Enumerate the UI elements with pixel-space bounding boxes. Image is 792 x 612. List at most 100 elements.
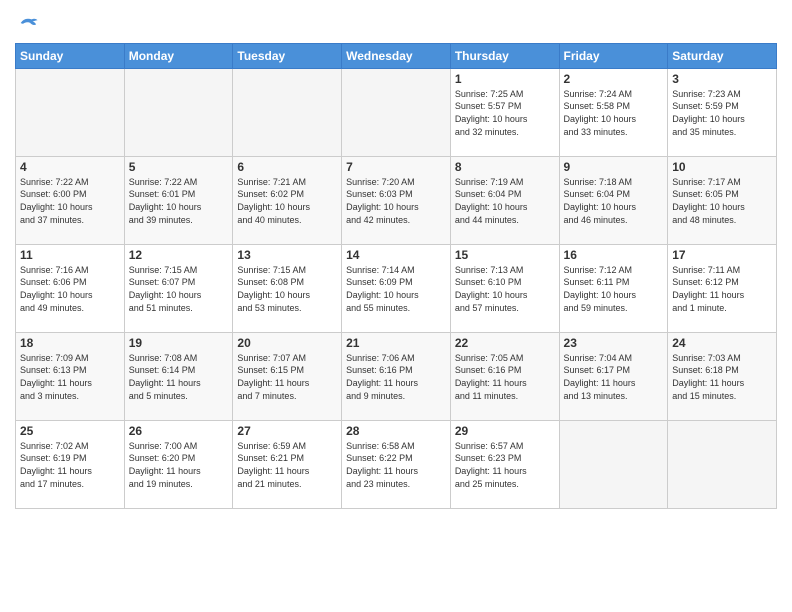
calendar-cell: [342, 68, 451, 156]
day-number: 15: [455, 248, 555, 262]
day-number: 17: [672, 248, 772, 262]
calendar-cell: 23Sunrise: 7:04 AM Sunset: 6:17 PM Dayli…: [559, 332, 668, 420]
calendar-cell: 10 Sunrise: 7:17 AM Sunset: 6:05 PM Dayli…: [668, 156, 777, 244]
day-info: Sunrise: 7:14 AM Sunset: 6:09 PM Dayligh…: [346, 264, 446, 314]
week-row-5: 25 Sunrise: 7:02 AM Sunset: 6:19 PM Dayli…: [16, 420, 777, 508]
day-info: Sunrise: 7:13 AM Sunset: 6:10 PM Dayligh…: [455, 264, 555, 314]
calendar-cell: [16, 68, 125, 156]
day-number: 28: [346, 424, 446, 438]
day-info: Sunrise: 7:15 AM Sunset: 6:07 PM Dayligh…: [129, 264, 229, 314]
day-number: 14: [346, 248, 446, 262]
day-number: 26: [129, 424, 229, 438]
day-number: 10: [672, 160, 772, 174]
week-row-3: 11 Sunrise: 7:16 AM Sunset: 6:06 PM Dayli…: [16, 244, 777, 332]
day-info: Sunrise: 7:16 AM Sunset: 6:06 PM Dayligh…: [20, 264, 120, 314]
day-number: 7: [346, 160, 446, 174]
day-number: 16: [564, 248, 664, 262]
weekday-friday: Friday: [559, 43, 668, 68]
weekday-tuesday: Tuesday: [233, 43, 342, 68]
day-number: 13: [237, 248, 337, 262]
day-info: Sunrise: 7:25 AM Sunset: 5:57 PM Dayligh…: [455, 88, 555, 138]
day-number: 8: [455, 160, 555, 174]
day-info: Sunrise: 7:05 AM Sunset: 6:16 PM Dayligh…: [455, 352, 555, 402]
calendar-cell: [559, 420, 668, 508]
day-info: Sunrise: 7:20 AM Sunset: 6:03 PM Dayligh…: [346, 176, 446, 226]
day-number: 2: [564, 72, 664, 86]
calendar-cell: 11 Sunrise: 7:16 AM Sunset: 6:06 PM Dayli…: [16, 244, 125, 332]
calendar-cell: 12 Sunrise: 7:15 AM Sunset: 6:07 PM Dayli…: [124, 244, 233, 332]
day-info: Sunrise: 7:07 AM Sunset: 6:15 PM Dayligh…: [237, 352, 337, 402]
week-row-1: 1 Sunrise: 7:25 AM Sunset: 5:57 PM Daylig…: [16, 68, 777, 156]
day-number: 29: [455, 424, 555, 438]
calendar-cell: 3 Sunrise: 7:23 AM Sunset: 5:59 PM Daylig…: [668, 68, 777, 156]
day-info: Sunrise: 7:11 AM Sunset: 6:12 PM Dayligh…: [672, 264, 772, 314]
calendar-cell: 5 Sunrise: 7:22 AM Sunset: 6:01 PM Daylig…: [124, 156, 233, 244]
calendar-cell: 7 Sunrise: 7:20 AM Sunset: 6:03 PM Daylig…: [342, 156, 451, 244]
day-info: Sunrise: 7:17 AM Sunset: 6:05 PM Dayligh…: [672, 176, 772, 226]
weekday-sunday: Sunday: [16, 43, 125, 68]
day-info: Sunrise: 7:09 AM Sunset: 6:13 PM Dayligh…: [20, 352, 120, 402]
day-number: 5: [129, 160, 229, 174]
day-info: Sunrise: 7:02 AM Sunset: 6:19 PM Dayligh…: [20, 440, 120, 490]
day-number: 3: [672, 72, 772, 86]
calendar-cell: 18Sunrise: 7:09 AM Sunset: 6:13 PM Dayli…: [16, 332, 125, 420]
logo: [15, 14, 39, 37]
calendar-cell: 9 Sunrise: 7:18 AM Sunset: 6:04 PM Daylig…: [559, 156, 668, 244]
calendar-cell: 15 Sunrise: 7:13 AM Sunset: 6:10 PM Dayli…: [450, 244, 559, 332]
day-number: 25: [20, 424, 120, 438]
calendar-cell: 26 Sunrise: 7:00 AM Sunset: 6:20 PM Dayli…: [124, 420, 233, 508]
day-number: 1: [455, 72, 555, 86]
header: [15, 10, 777, 37]
day-info: Sunrise: 7:19 AM Sunset: 6:04 PM Dayligh…: [455, 176, 555, 226]
day-info: Sunrise: 6:58 AM Sunset: 6:22 PM Dayligh…: [346, 440, 446, 490]
calendar-cell: 22 Sunrise: 7:05 AM Sunset: 6:16 PM Dayli…: [450, 332, 559, 420]
day-info: Sunrise: 7:22 AM Sunset: 6:00 PM Dayligh…: [20, 176, 120, 226]
calendar-cell: 27Sunrise: 6:59 AM Sunset: 6:21 PM Dayli…: [233, 420, 342, 508]
weekday-header-row: SundayMondayTuesdayWednesdayThursdayFrid…: [16, 43, 777, 68]
week-row-4: 18Sunrise: 7:09 AM Sunset: 6:13 PM Dayli…: [16, 332, 777, 420]
logo-text: [15, 14, 39, 37]
calendar-cell: [124, 68, 233, 156]
day-info: Sunrise: 7:08 AM Sunset: 6:14 PM Dayligh…: [129, 352, 229, 402]
day-number: 23: [564, 336, 664, 350]
day-info: Sunrise: 7:03 AM Sunset: 6:18 PM Dayligh…: [672, 352, 772, 402]
day-number: 19: [129, 336, 229, 350]
calendar-cell: 20 Sunrise: 7:07 AM Sunset: 6:15 PM Dayli…: [233, 332, 342, 420]
calendar-cell: 16Sunrise: 7:12 AM Sunset: 6:11 PM Dayli…: [559, 244, 668, 332]
calendar-cell: 28 Sunrise: 6:58 AM Sunset: 6:22 PM Dayli…: [342, 420, 451, 508]
weekday-monday: Monday: [124, 43, 233, 68]
day-info: Sunrise: 7:21 AM Sunset: 6:02 PM Dayligh…: [237, 176, 337, 226]
page-container: SundayMondayTuesdayWednesdayThursdayFrid…: [0, 0, 792, 514]
day-number: 21: [346, 336, 446, 350]
day-info: Sunrise: 7:22 AM Sunset: 6:01 PM Dayligh…: [129, 176, 229, 226]
calendar-cell: 25 Sunrise: 7:02 AM Sunset: 6:19 PM Dayli…: [16, 420, 125, 508]
calendar-cell: 6 Sunrise: 7:21 AM Sunset: 6:02 PM Daylig…: [233, 156, 342, 244]
day-number: 20: [237, 336, 337, 350]
day-number: 9: [564, 160, 664, 174]
day-info: Sunrise: 6:57 AM Sunset: 6:23 PM Dayligh…: [455, 440, 555, 490]
day-number: 22: [455, 336, 555, 350]
logo-bird-icon: [17, 14, 39, 32]
day-info: Sunrise: 7:15 AM Sunset: 6:08 PM Dayligh…: [237, 264, 337, 314]
day-info: Sunrise: 7:18 AM Sunset: 6:04 PM Dayligh…: [564, 176, 664, 226]
weekday-saturday: Saturday: [668, 43, 777, 68]
day-number: 11: [20, 248, 120, 262]
calendar-table: SundayMondayTuesdayWednesdayThursdayFrid…: [15, 43, 777, 509]
calendar-cell: 24 Sunrise: 7:03 AM Sunset: 6:18 PM Dayli…: [668, 332, 777, 420]
day-info: Sunrise: 7:23 AM Sunset: 5:59 PM Dayligh…: [672, 88, 772, 138]
day-number: 24: [672, 336, 772, 350]
weekday-wednesday: Wednesday: [342, 43, 451, 68]
calendar-cell: 21Sunrise: 7:06 AM Sunset: 6:16 PM Dayli…: [342, 332, 451, 420]
calendar-cell: 19 Sunrise: 7:08 AM Sunset: 6:14 PM Dayli…: [124, 332, 233, 420]
calendar-cell: 4Sunrise: 7:22 AM Sunset: 6:00 PM Daylig…: [16, 156, 125, 244]
calendar-cell: 14 Sunrise: 7:14 AM Sunset: 6:09 PM Dayli…: [342, 244, 451, 332]
day-info: Sunrise: 7:00 AM Sunset: 6:20 PM Dayligh…: [129, 440, 229, 490]
calendar-cell: 13 Sunrise: 7:15 AM Sunset: 6:08 PM Dayli…: [233, 244, 342, 332]
calendar-cell: [668, 420, 777, 508]
day-number: 6: [237, 160, 337, 174]
week-row-2: 4Sunrise: 7:22 AM Sunset: 6:00 PM Daylig…: [16, 156, 777, 244]
calendar-cell: 2 Sunrise: 7:24 AM Sunset: 5:58 PM Daylig…: [559, 68, 668, 156]
day-number: 12: [129, 248, 229, 262]
calendar-cell: 8 Sunrise: 7:19 AM Sunset: 6:04 PM Daylig…: [450, 156, 559, 244]
day-info: Sunrise: 7:24 AM Sunset: 5:58 PM Dayligh…: [564, 88, 664, 138]
